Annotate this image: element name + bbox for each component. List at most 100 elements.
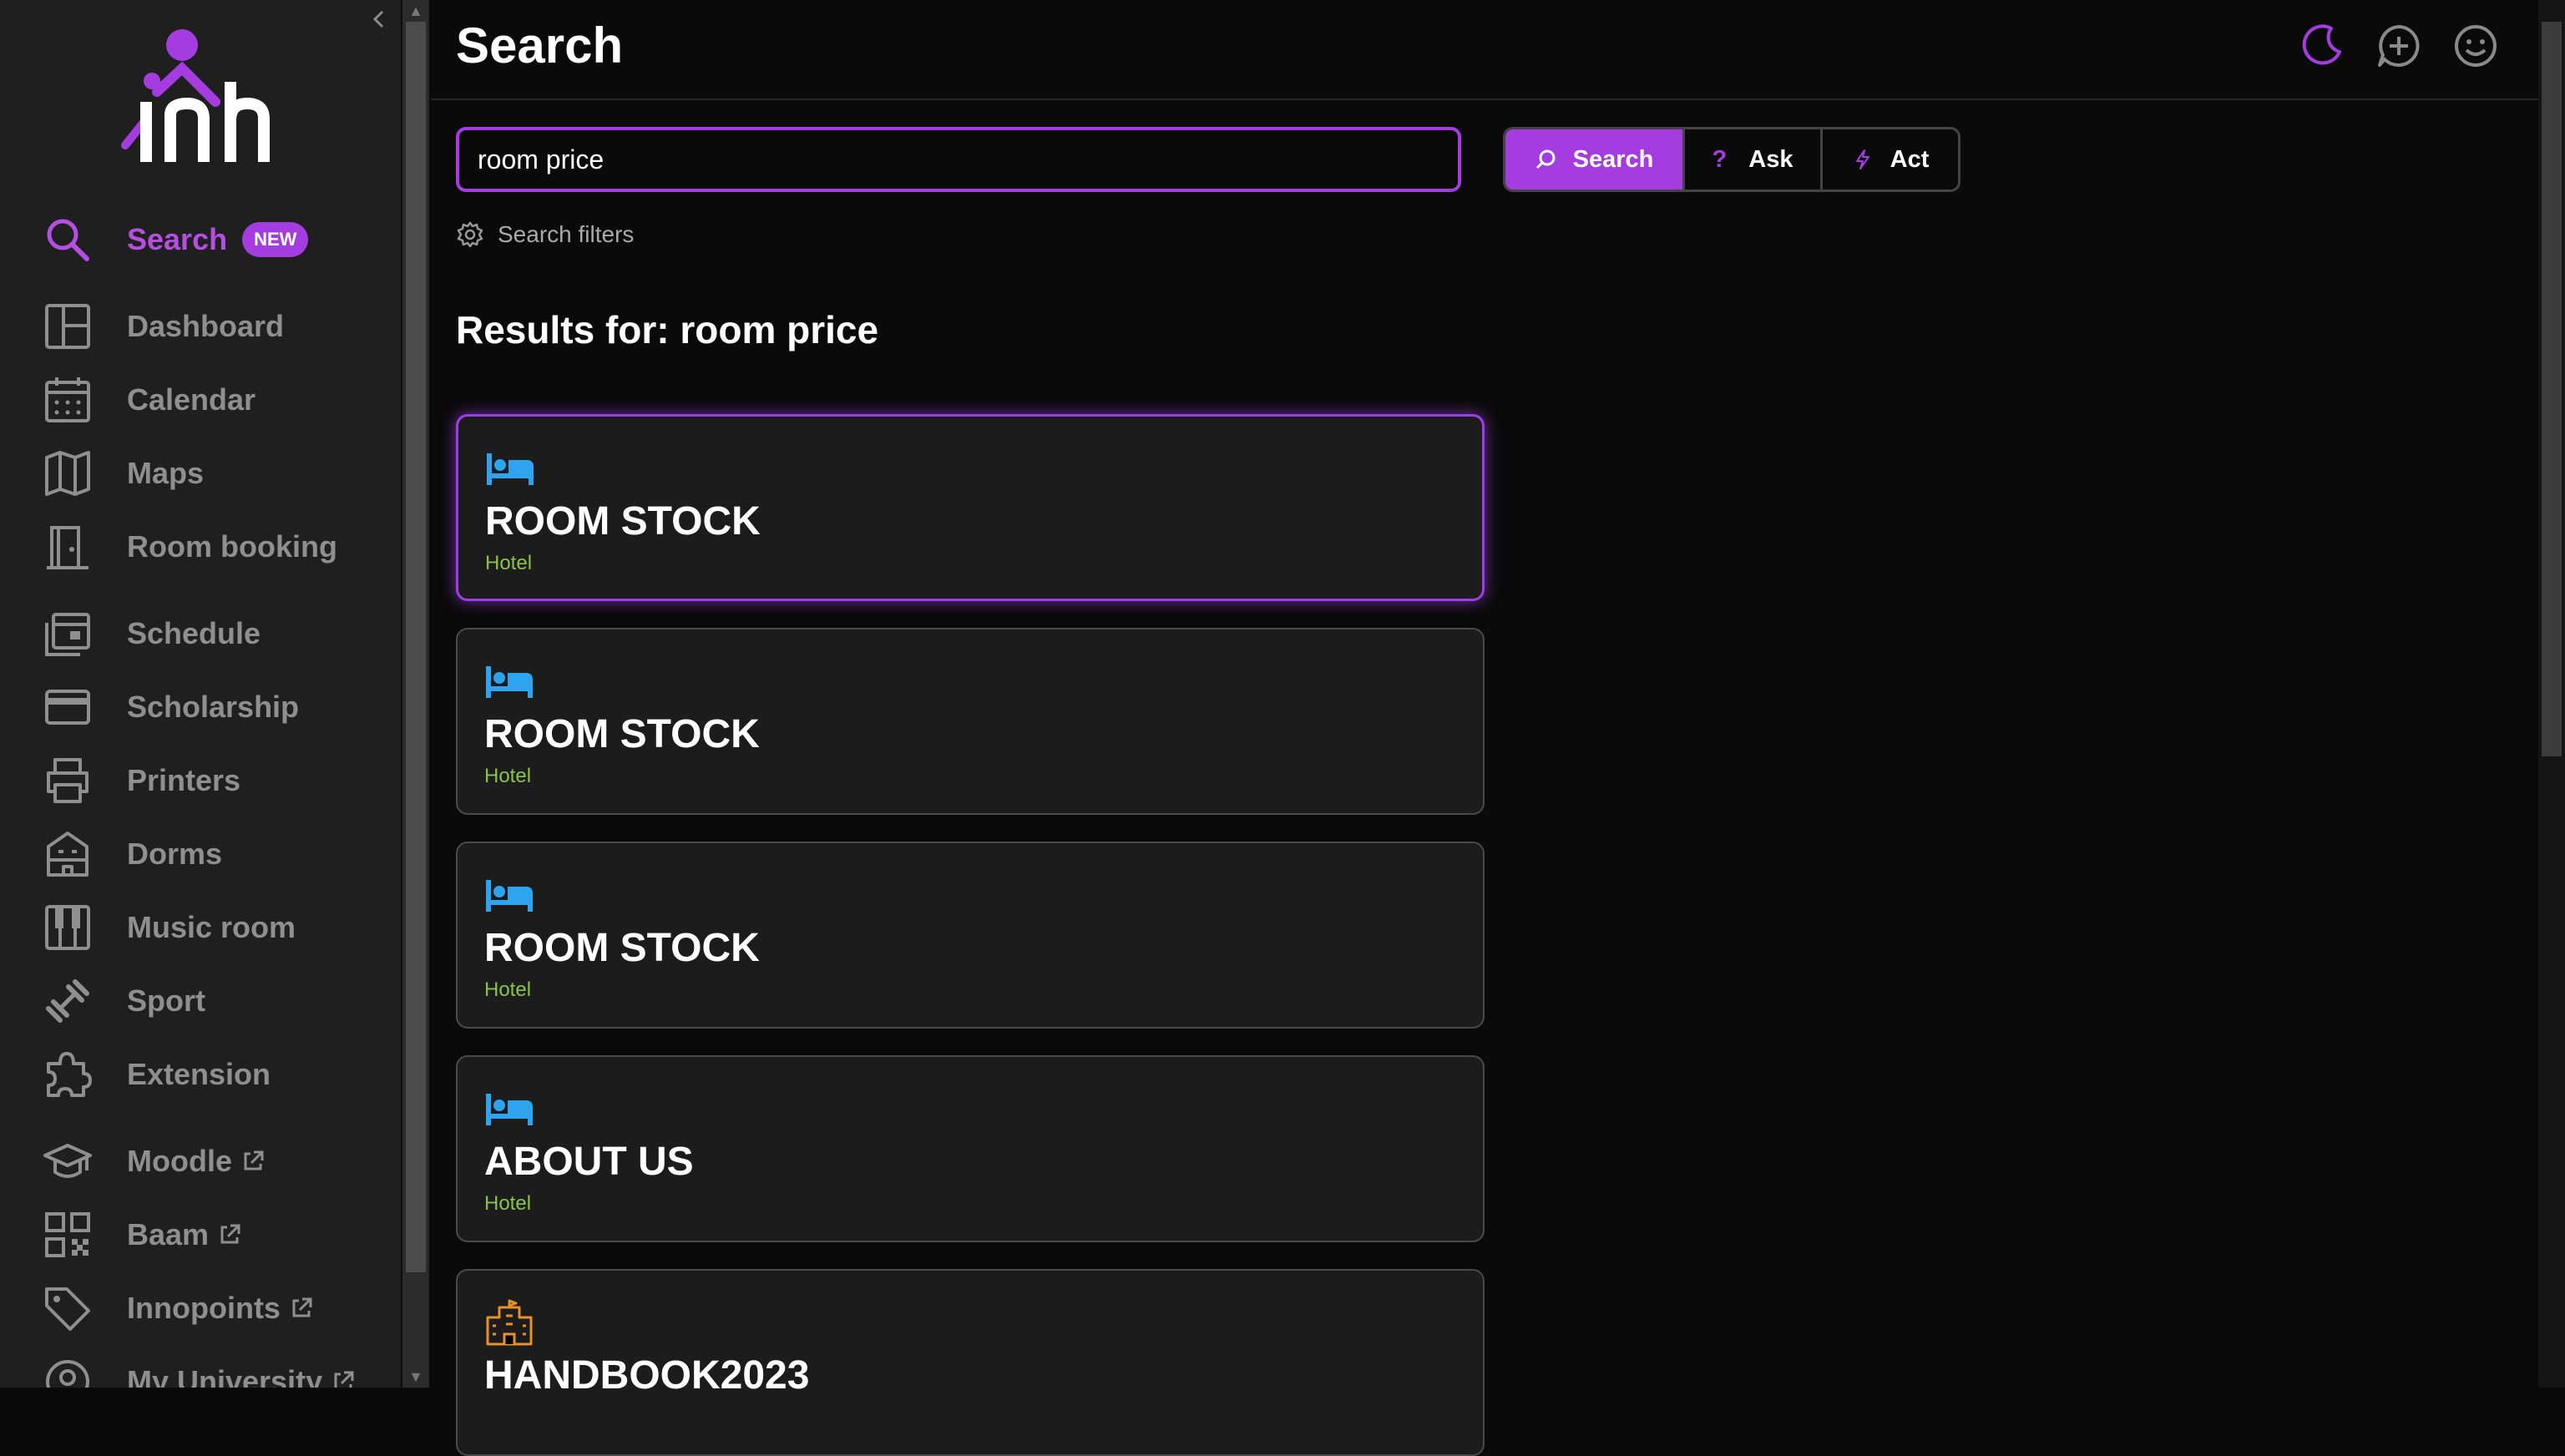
map-icon	[40, 446, 95, 501]
lightning-icon	[1855, 149, 1869, 169]
dark-mode-icon[interactable]	[2298, 22, 2346, 70]
sidebar-item-label: Dorms	[127, 837, 223, 871]
external-link-icon	[220, 1224, 240, 1244]
result-title: ROOM STOCK	[484, 926, 760, 970]
scrollbar-thumb[interactable]	[406, 22, 426, 1272]
sidebar-item-label: Scholarship	[127, 690, 300, 724]
dashboard-icon	[40, 299, 95, 354]
sidebar-item-sport[interactable]: Sport	[40, 972, 205, 1030]
sidebar-item-label: My University	[127, 1364, 323, 1388]
result-category: Hotel	[484, 765, 532, 787]
search-filters-toggle[interactable]: Search filters	[456, 220, 634, 249]
credit-card-icon	[40, 680, 95, 735]
bed-icon	[486, 1094, 533, 1125]
sidebar-item-dorms[interactable]: Dorms	[40, 825, 222, 883]
building-icon	[40, 827, 95, 882]
sidebar-item-printers[interactable]: Printers	[40, 751, 240, 810]
external-link-icon	[244, 1150, 264, 1170]
result-card[interactable]: ABOUT US Hotel	[456, 1055, 1485, 1242]
ask-mode-button[interactable]: ? Ask	[1682, 129, 1820, 190]
sidebar-item-innopoints[interactable]: Innopoints	[40, 1279, 314, 1337]
graduation-cap-icon	[40, 1134, 95, 1189]
scroll-up-arrow[interactable]: ▲	[402, 0, 429, 22]
sidebar-item-label: Search	[127, 222, 228, 256]
new-badge: NEW	[242, 222, 309, 257]
sidebar-item-label: Moodle	[127, 1144, 232, 1178]
calendar-icon	[40, 372, 95, 427]
header: Search	[431, 0, 2538, 100]
result-card[interactable]: HANDBOOK2023	[456, 1269, 1485, 1456]
sidebar-item-label: Room booking	[127, 529, 337, 564]
page-scrollbar[interactable]	[2538, 0, 2565, 1388]
result-card[interactable]: ROOM STOCK Hotel	[456, 414, 1485, 601]
sidebar-item-label: Maps	[127, 456, 205, 490]
dumbbell-icon	[40, 973, 95, 1029]
results-heading: Results for: room price	[456, 308, 879, 351]
page-title: Search	[456, 18, 624, 73]
sidebar-item-schedule[interactable]: Schedule	[40, 604, 261, 663]
search-filters-label: Search filters	[498, 221, 635, 247]
sidebar-item-label: Music room	[127, 910, 296, 944]
sidebar-item-calendar[interactable]: Calendar	[40, 371, 255, 429]
location-icon	[40, 1354, 95, 1388]
tag-icon	[40, 1281, 95, 1336]
search-icon	[1535, 149, 1556, 169]
sidebar: Search NEW Dashboard Calendar Maps Room …	[0, 0, 401, 1388]
add-feedback-icon[interactable]	[2375, 22, 2423, 70]
sidebar-item-label: Sport	[127, 983, 205, 1018]
schedule-icon	[40, 606, 95, 661]
sidebar-item-label: Baam	[127, 1217, 210, 1251]
sidebar-item-room-booking[interactable]: Room booking	[40, 518, 337, 576]
qr-code-icon	[40, 1207, 95, 1262]
result-category: Hotel	[485, 552, 533, 574]
piano-icon	[40, 900, 95, 955]
gear-icon	[457, 221, 483, 248]
search-mode-group: Search ? Ask Act	[1503, 127, 1960, 192]
search-mode-button[interactable]: Search	[1505, 129, 1682, 190]
bed-icon	[486, 666, 533, 698]
sidebar-item-label: Extension	[127, 1057, 271, 1091]
collapse-sidebar-icon[interactable]	[367, 7, 391, 32]
sidebar-item-music-room[interactable]: Music room	[40, 898, 296, 957]
ask-mode-label: Ask	[1748, 145, 1793, 173]
result-title: ROOM STOCK	[485, 499, 761, 543]
sidebar-item-label: Printers	[127, 763, 241, 797]
sidebar-item-label: Innopoints	[127, 1291, 281, 1325]
act-mode-label: Act	[1890, 145, 1930, 173]
sidebar-scrollbar[interactable]: ▲ ▼	[402, 0, 429, 1388]
door-icon	[40, 519, 95, 574]
sidebar-item-moodle[interactable]: Moodle	[40, 1132, 266, 1191]
user-profile-icon[interactable]	[2451, 22, 2500, 70]
question-icon: ?	[1712, 145, 1728, 173]
sidebar-item-extension[interactable]: Extension	[40, 1045, 271, 1104]
sidebar-item-label: Schedule	[127, 616, 261, 650]
act-mode-button[interactable]: Act	[1820, 129, 1958, 190]
sidebar-item-baam[interactable]: Baam	[40, 1206, 242, 1264]
sidebar-item-maps[interactable]: Maps	[40, 444, 204, 503]
result-category: Hotel	[484, 978, 532, 1001]
puzzle-icon	[40, 1047, 95, 1102]
sidebar-item-scholarship[interactable]: Scholarship	[40, 678, 299, 736]
bed-icon	[486, 880, 533, 912]
scroll-down-arrow[interactable]: ▼	[402, 1366, 429, 1388]
building-icon	[486, 1299, 533, 1346]
result-category: Hotel	[484, 1192, 532, 1215]
search-icon	[40, 212, 95, 267]
sidebar-item-dashboard[interactable]: Dashboard	[40, 297, 284, 356]
scrollbar-thumb[interactable]	[2542, 22, 2562, 756]
bed-icon	[487, 453, 534, 485]
search-input[interactable]	[456, 127, 1461, 192]
sidebar-item-label: Calendar	[127, 382, 256, 417]
search-mode-label: Search	[1572, 145, 1654, 173]
result-card[interactable]: ROOM STOCK Hotel	[456, 628, 1485, 815]
result-title: HANDBOOK2023	[484, 1353, 810, 1398]
result-card[interactable]: ROOM STOCK Hotel	[456, 842, 1485, 1029]
result-title: ROOM STOCK	[484, 712, 760, 756]
result-title: ABOUT US	[484, 1140, 694, 1184]
external-link-icon	[292, 1297, 312, 1317]
sidebar-item-label: Dashboard	[127, 309, 285, 343]
sidebar-item-my-university[interactable]: My University	[40, 1352, 356, 1388]
sidebar-item-search[interactable]: Search NEW	[40, 210, 309, 269]
printer-icon	[40, 753, 95, 808]
inh-logo[interactable]	[117, 22, 292, 172]
